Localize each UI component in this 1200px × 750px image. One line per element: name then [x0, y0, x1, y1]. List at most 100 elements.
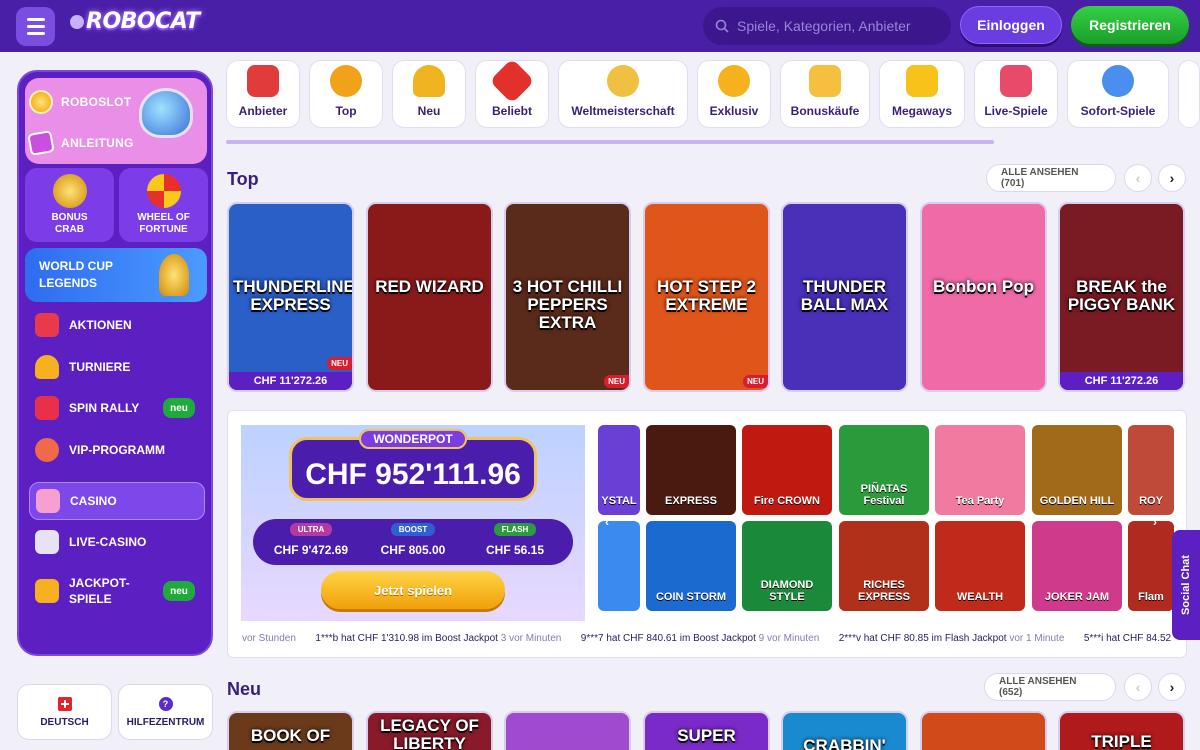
top-prev-arrow[interactable]: ‹	[1124, 164, 1152, 192]
nav-label: LIVE-CASINO	[69, 535, 147, 549]
game-title: Flam	[1138, 591, 1164, 603]
jackpot-game-tile[interactable]: Fire CROWN	[742, 425, 832, 515]
search-input[interactable]	[737, 18, 937, 34]
wheel-label: WHEEL OF FORTUNE	[137, 212, 190, 235]
category-anbieter[interactable]: Anbieter	[226, 60, 300, 128]
category-live-spiele[interactable]: Live-Spiele	[974, 60, 1058, 128]
guide-icon	[27, 130, 55, 156]
provider-icon	[247, 65, 279, 97]
game-card[interactable]: 3 HOT CHILLI PEPPERS EXTRA NEU	[504, 202, 631, 392]
roboslot-label: ROBOSLOT	[61, 95, 132, 109]
game-title: 3 HOT CHILLI PEPPERS EXTRA	[512, 277, 623, 333]
game-card[interactable]: TRIPLE	[1058, 711, 1185, 750]
jackpot-game-tile[interactable]: EXPRESS	[646, 425, 736, 515]
jackpot-game-tile[interactable]: WEALTH	[935, 521, 1025, 611]
new-badge: NEU	[604, 375, 629, 388]
neu-see-all-button[interactable]: ALLE ANSEHEN (652)	[984, 673, 1116, 701]
login-button[interactable]: Einloggen	[960, 6, 1062, 44]
jackpot-game-tile[interactable]	[598, 521, 640, 611]
category-scrollbar[interactable]	[226, 140, 994, 144]
jackpot-game-tile[interactable]: PIÑATAS Festival	[839, 425, 929, 515]
jackpot-game-tile[interactable]: YSTAL	[598, 425, 640, 515]
game-card[interactable]: BREAK the PIGGY BANK CHF 11'272.26	[1058, 202, 1185, 392]
top-next-arrow[interactable]: ›	[1158, 164, 1186, 192]
game-card[interactable]: RED WIZARD	[366, 202, 493, 392]
ticker-entry: 1***b hat CHF 1'310.98 im Boost Jackpot	[315, 633, 498, 644]
game-card[interactable]	[504, 711, 631, 750]
jackpot-game-tile[interactable]: COIN STORM	[646, 521, 736, 611]
category-label: Weltmeisterschaft	[571, 104, 675, 118]
jackpot-game-tile[interactable]: Flam	[1128, 521, 1174, 611]
category-top[interactable]: Top	[309, 60, 383, 128]
guide-link[interactable]: ANLEITUNG	[27, 130, 134, 156]
robocat-mascot-icon	[139, 88, 193, 138]
category-beliebt[interactable]: Beliebt	[475, 58, 549, 128]
sidebar-item-live-casino[interactable]: LIVE-CASINO	[29, 523, 205, 561]
sidebar-item-turniere[interactable]: TURNIERE	[29, 348, 205, 386]
jackpot-games-prev-icon[interactable]: ‹	[605, 515, 609, 529]
category-bonuskaeufe[interactable]: Bonuskäufe	[780, 60, 870, 128]
game-card[interactable]: SUPER	[643, 711, 770, 750]
ticker-entry: 5***i hat CHF 84.52	[1083, 633, 1172, 644]
roboslot-link[interactable]: ROBOSLOT	[29, 90, 131, 114]
sidebar-item-spin-rally[interactable]: SPIN RALLY neu	[29, 389, 205, 427]
game-card[interactable]: THUNDER BALL MAX	[781, 202, 908, 392]
tier-value: CHF 9'472.69	[273, 543, 349, 557]
wheel-of-fortune-tile[interactable]: WHEEL OF FORTUNE	[119, 168, 208, 242]
game-title: RED WIZARD	[375, 277, 484, 297]
help-center-link[interactable]: ? HILFEZENTRUM	[118, 684, 213, 740]
jackpot-game-tile[interactable]: RICHES EXPRESS	[839, 521, 929, 611]
language-label: DEUTSCH	[40, 716, 89, 728]
jackpot-name-text: WONDERPOT	[359, 429, 467, 449]
search-bar[interactable]	[703, 7, 951, 45]
game-card[interactable]: THUNDERLINE EXPRESS NEU CHF 11'272.26	[227, 202, 354, 392]
robocat-logo[interactable]: ROBOCAT	[70, 9, 200, 34]
game-card[interactable]: BOOK OF	[227, 711, 354, 750]
neu-next-arrow[interactable]: ›	[1158, 673, 1186, 701]
top-section-title: Top	[227, 169, 259, 189]
sidebar-item-vip[interactable]: VIP-PROGRAMM	[29, 431, 205, 469]
worldcup-legends-tile[interactable]: WORLD CUP LEGENDS	[25, 248, 207, 302]
jackpot-games-next-icon[interactable]: ›	[1153, 515, 1157, 529]
game-card[interactable]: Bonbon Pop	[920, 202, 1047, 392]
game-card[interactable]: CRABBIN'	[781, 711, 908, 750]
cards-icon	[35, 530, 59, 554]
game-card[interactable]: HOT STEP 2 EXTREME NEU	[643, 202, 770, 392]
sidebar-item-casino[interactable]: CASINO	[29, 482, 205, 520]
jackpot-game-tile[interactable]: DIAMOND STYLE	[742, 521, 832, 611]
jackpot-game-tile[interactable]: Tea Party	[935, 425, 1025, 515]
category-exklusiv[interactable]: Exklusiv	[697, 60, 771, 128]
game-title: CRABBIN'	[803, 736, 886, 750]
social-chat-tab[interactable]: Social Chat	[1172, 530, 1200, 640]
bonus-crab-tile[interactable]: BONUS CRAB	[25, 168, 114, 242]
menu-button[interactable]	[16, 7, 55, 46]
jackpot-game-tile[interactable]: JOKER JAM	[1032, 521, 1122, 611]
jackpot-game-tile[interactable]: ROY	[1128, 425, 1174, 515]
wonderpot-banner: WONDERPOT CHF 952'111.96 ULTRA CHF 9'472.…	[241, 425, 585, 621]
category-weltmeisterschaft[interactable]: Weltmeisterschaft	[558, 60, 688, 128]
game-card[interactable]: LEGACY OF LIBERTY	[366, 711, 493, 750]
jackpot-winners-ticker: vor Stunden 1***b hat CHF 1'310.98 im Bo…	[242, 633, 1182, 649]
game-title: LEGACY OF LIBERTY	[380, 716, 479, 750]
language-selector[interactable]: DEUTSCH	[17, 684, 112, 740]
neu-prev-arrow[interactable]: ‹	[1124, 673, 1152, 701]
sidebar-item-jackpot[interactable]: JACKPOT-SPIELE neu	[29, 568, 205, 614]
joystick-icon	[1102, 65, 1134, 97]
new-badge: NEU	[327, 357, 352, 370]
game-card[interactable]	[920, 711, 1047, 750]
jackpot-game-tile[interactable]: GOLDEN HILL	[1032, 425, 1122, 515]
play-now-button[interactable]: Jetzt spielen	[321, 571, 505, 609]
category-overflow[interactable]	[1178, 60, 1200, 128]
game-title: ROY	[1139, 495, 1163, 507]
spin-rally-icon	[35, 396, 59, 420]
category-megaways[interactable]: Megaways	[879, 60, 965, 128]
new-badge: neu	[163, 581, 195, 601]
category-sofort-spiele[interactable]: Sofort-Spiele	[1067, 60, 1169, 128]
register-button[interactable]: Registrieren	[1071, 6, 1189, 44]
game-title: RICHES EXPRESS	[858, 579, 910, 603]
new-badge: NEU	[743, 375, 768, 388]
top-see-all-button[interactable]: ALLE ANSEHEN (701)	[986, 164, 1116, 192]
sidebar-item-aktionen[interactable]: AKTIONEN	[29, 306, 205, 344]
ticker-time: vor Stunden	[242, 633, 296, 644]
category-neu[interactable]: Neu	[392, 60, 466, 128]
